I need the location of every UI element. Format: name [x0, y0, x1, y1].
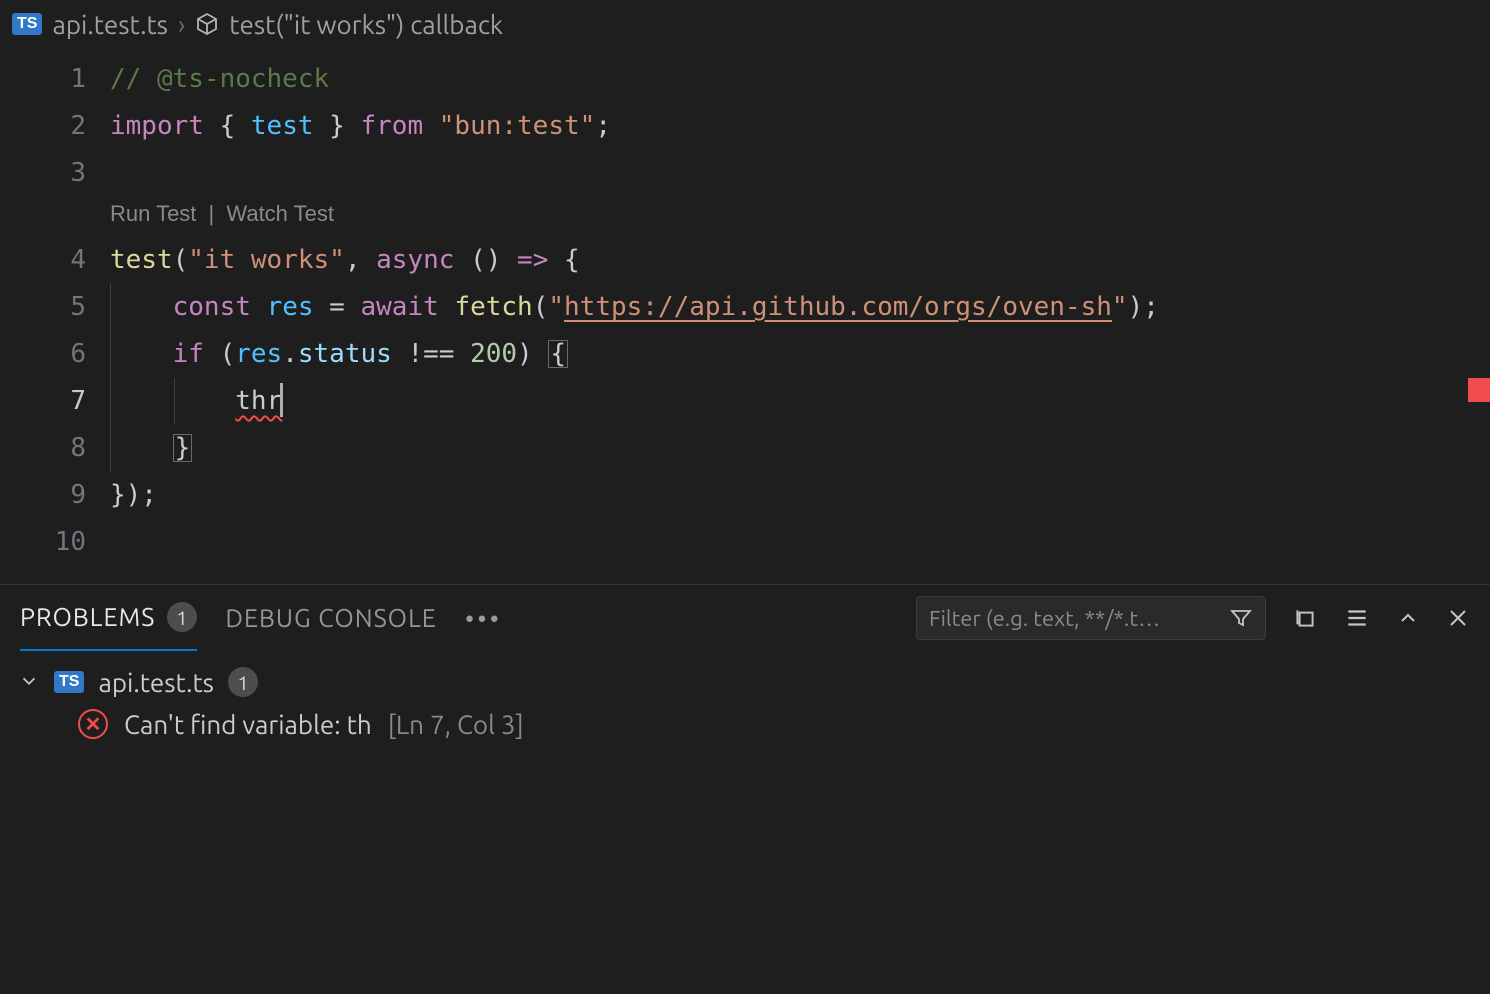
code-token: import: [110, 111, 204, 141]
line-number: 10: [0, 519, 86, 566]
code-token: test: [110, 245, 173, 275]
collapse-all-icon[interactable]: [1292, 605, 1318, 631]
filter-icon[interactable]: [1229, 606, 1253, 630]
line-number: 3: [0, 150, 86, 197]
code-token: {: [564, 245, 580, 275]
code-token: test: [251, 111, 314, 141]
codelens-run-test[interactable]: Run Test: [110, 201, 196, 226]
codelens: Run Test | Watch Test: [110, 197, 1490, 237]
code-token: ): [517, 339, 548, 369]
breadcrumb-file[interactable]: api.test.ts: [52, 10, 168, 39]
code-token: await: [361, 292, 439, 322]
code-token: (: [533, 292, 549, 322]
breadcrumb: TS api.test.ts › test("it works") callba…: [0, 0, 1490, 48]
line-number: 7: [0, 378, 86, 425]
code-token: (: [204, 339, 235, 369]
code-token: [548, 245, 564, 275]
ts-file-icon: TS: [12, 13, 42, 35]
tab-overflow-icon[interactable]: •••: [465, 604, 502, 633]
code-token: [251, 292, 267, 322]
breadcrumb-symbol[interactable]: test("it works") callback: [229, 10, 503, 39]
line-number: 8: [0, 425, 86, 472]
line-number: 6: [0, 331, 86, 378]
code-content[interactable]: // @ts-nocheck import { test } from "bun…: [110, 48, 1490, 584]
code-token: if: [173, 339, 204, 369]
problem-location: [Ln 7, Col 3]: [388, 710, 524, 739]
code-token: https://api.github.com/orgs/oven-sh: [564, 292, 1112, 322]
code-token: status: [298, 339, 392, 369]
code-token: [423, 111, 439, 141]
code-token: from: [360, 111, 423, 141]
code-token: ;: [595, 111, 611, 141]
line-number: 2: [0, 103, 86, 150]
bracket-match: {: [548, 340, 568, 368]
error-icon: ✕: [78, 709, 108, 739]
problems-filter[interactable]: [916, 596, 1266, 640]
filter-input[interactable]: [929, 606, 1217, 631]
problem-message: Can't find variable: th: [124, 710, 372, 739]
problems-file-row[interactable]: TS api.test.ts 1: [18, 661, 1472, 703]
code-token: async: [376, 245, 454, 275]
breadcrumb-separator: ›: [178, 10, 185, 39]
code-token: ": [548, 292, 564, 322]
line-number-gutter: 1 2 3 4 5 6 7 8 9 10: [0, 48, 110, 584]
tab-label: PROBLEMS: [20, 603, 155, 631]
file-problem-count-badge: 1: [228, 667, 258, 697]
code-token: fetch: [454, 292, 532, 322]
line-number: 5: [0, 284, 86, 331]
view-as-tree-icon[interactable]: [1344, 605, 1370, 631]
code-token: .: [282, 339, 298, 369]
code-token-error: thr: [235, 386, 282, 416]
code-token: res: [267, 292, 314, 322]
problems-file-name: api.test.ts: [98, 668, 214, 697]
close-panel-icon[interactable]: [1446, 606, 1470, 630]
codelens-watch-test[interactable]: Watch Test: [226, 201, 334, 226]
bracket-match: }: [173, 434, 193, 462]
line-number: 9: [0, 472, 86, 519]
code-token: "bun:test": [439, 111, 596, 141]
code-token: "it works": [188, 245, 345, 275]
tab-problems[interactable]: PROBLEMS 1: [20, 585, 197, 651]
code-token: =: [314, 292, 361, 322]
chevron-down-icon[interactable]: [18, 668, 40, 697]
code-token: }: [314, 111, 361, 141]
code-token: 200: [470, 339, 517, 369]
problems-count-badge: 1: [167, 602, 197, 632]
code-token: [439, 292, 455, 322]
text-cursor: [280, 383, 283, 417]
code-token: !==: [392, 339, 470, 369]
code-token: {: [204, 111, 251, 141]
ts-file-icon: TS: [54, 671, 84, 693]
codelens-separator: |: [209, 201, 215, 226]
chevron-up-icon[interactable]: [1396, 606, 1420, 630]
method-icon: [195, 12, 219, 36]
code-token: const: [173, 292, 251, 322]
tab-label: DEBUG CONSOLE: [225, 604, 436, 632]
code-token: });: [110, 480, 157, 510]
bottom-panel: PROBLEMS 1 DEBUG CONSOLE •••: [0, 584, 1490, 994]
tab-debug-console[interactable]: DEBUG CONSOLE: [225, 585, 436, 651]
code-token: // @ts-nocheck: [110, 64, 329, 94]
line-number: 1: [0, 56, 86, 103]
code-token: =>: [517, 245, 548, 275]
code-token: );: [1128, 292, 1159, 322]
panel-tabs: PROBLEMS 1 DEBUG CONSOLE •••: [0, 585, 1490, 651]
code-token: ": [1112, 292, 1128, 322]
code-token: (): [454, 245, 517, 275]
line-number: 4: [0, 237, 86, 284]
problem-item[interactable]: ✕ Can't find variable: th [Ln 7, Col 3]: [18, 703, 1472, 745]
problems-list: TS api.test.ts 1 ✕ Can't find variable: …: [0, 651, 1490, 755]
code-token: ,: [345, 245, 376, 275]
code-token: (: [173, 245, 189, 275]
code-editor[interactable]: 1 2 3 4 5 6 7 8 9 10 // @ts-nocheck impo…: [0, 48, 1490, 584]
code-token: res: [235, 339, 282, 369]
